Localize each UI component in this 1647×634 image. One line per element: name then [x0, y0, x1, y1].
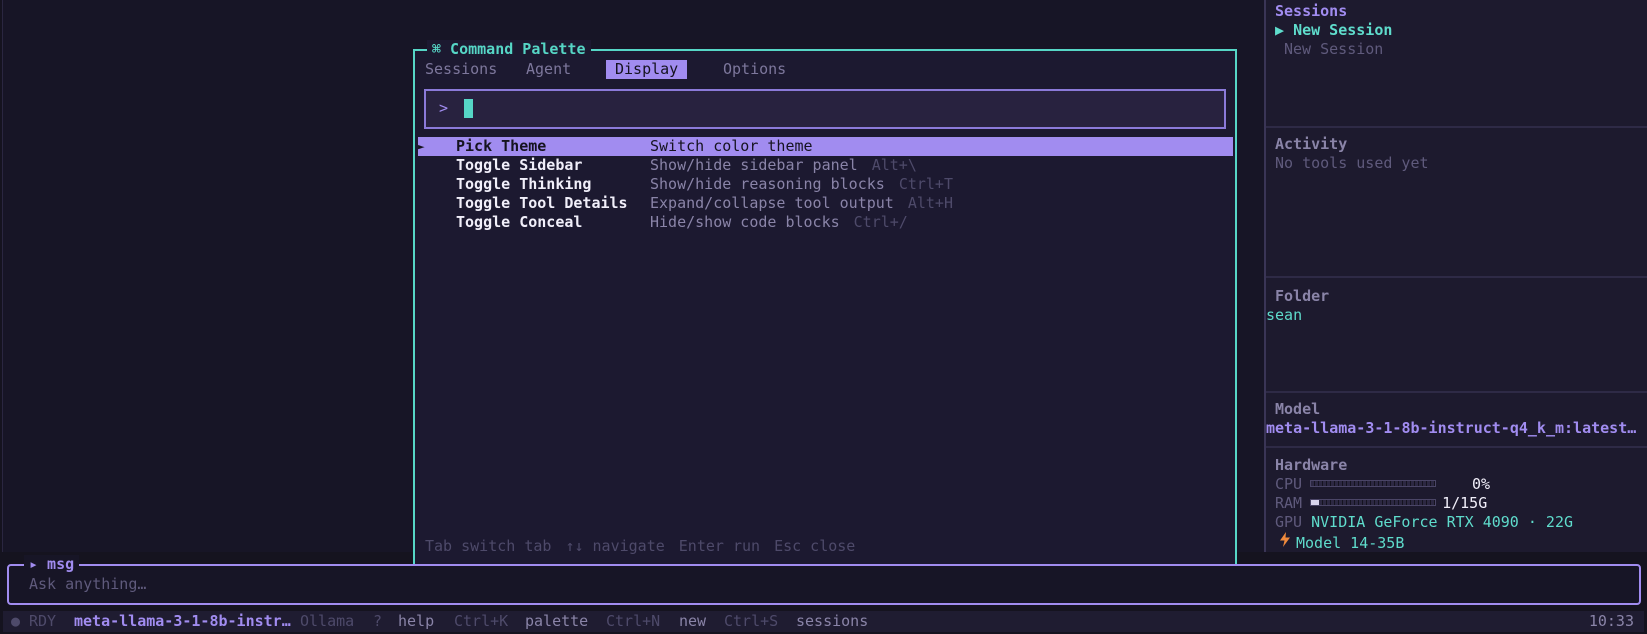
tab-display[interactable]: Display	[606, 60, 688, 79]
item-name: Toggle Tool Details	[456, 194, 628, 212]
text-caret	[464, 99, 473, 118]
shortcut-label-help[interactable]: help	[398, 612, 434, 631]
session-label: New Session	[1293, 21, 1393, 39]
shortcut-key: Ctrl+K	[454, 612, 509, 630]
sidebar: Sessions ▶ New Session New Session Activ…	[1264, 0, 1647, 552]
cpu-row: CPU 0%	[1275, 475, 1490, 494]
message-title: ▸ msg	[24, 555, 80, 574]
palette-search-input[interactable]: >	[424, 89, 1226, 129]
item-shortcut: Alt+\	[871, 156, 917, 174]
hint: Esc close	[774, 537, 856, 555]
folder-title: Folder	[1275, 287, 1330, 305]
item-desc: Show/hide reasoning blocks Ctrl+T	[650, 175, 953, 193]
item-name: Toggle Sidebar	[456, 156, 583, 174]
shortcut-label-palette[interactable]: palette	[525, 612, 588, 631]
gpu-row: GPU NVIDIA GeForce RTX 4090 · 22G	[1275, 513, 1573, 532]
shortcut-key: Ctrl+S	[724, 612, 779, 630]
divider	[1266, 446, 1647, 448]
session-label: New Session	[1284, 40, 1384, 58]
status-model[interactable]: meta-llama-3-1-8b-instr…	[74, 612, 291, 631]
item-shortcut: Alt+H	[907, 194, 953, 212]
cpu-bar	[1310, 480, 1437, 487]
lightning-icon	[1280, 532, 1290, 552]
item-desc: Switch color theme	[650, 137, 813, 155]
model-value: meta-llama-3-1-8b-instruct-q4_k_m:latest…	[1266, 419, 1637, 437]
shortcut-key: Ctrl+N	[606, 612, 661, 630]
palette-item-toggle-sidebar[interactable]: Toggle Sidebar Show/hide sidebar panel Al…	[418, 156, 1233, 175]
shortcut-label-sessions[interactable]: sessions	[796, 612, 868, 631]
item-desc: Expand/collapse tool output Alt+H	[650, 194, 953, 212]
status-state: RDY	[29, 612, 57, 630]
palette-item-toggle-tool-details[interactable]: Toggle Tool Details Expand/collapse tool…	[418, 194, 1233, 213]
model-size: Model 14-35B	[1296, 534, 1405, 552]
divider	[1266, 391, 1647, 393]
hardware-title: Hardware	[1275, 456, 1348, 474]
model-title: Model	[1275, 400, 1321, 418]
palette-hints: Tab switch tab ↑↓ navigate Enter run Esc cl…	[425, 537, 869, 556]
tab-options[interactable]: Options	[714, 60, 795, 79]
item-name: Pick Theme	[456, 137, 547, 155]
message-box: ▸ msg	[7, 555, 1641, 605]
item-name: Toggle Conceal	[456, 213, 583, 231]
palette-item-pick-theme[interactable]: ► Pick Theme Switch color theme	[418, 137, 1233, 156]
divider	[1266, 276, 1647, 278]
session-item[interactable]: New Session	[1284, 40, 1383, 59]
palette-item-toggle-thinking[interactable]: Toggle Thinking Show/hide reasoning bloc…	[418, 175, 1233, 194]
shortcut-label-new[interactable]: new	[679, 612, 706, 631]
folder-value: sean	[1266, 306, 1303, 324]
activity-title: Activity	[1275, 135, 1348, 153]
model-size-row: Model 14-35B	[1280, 532, 1404, 555]
ram-label: RAM	[1275, 494, 1303, 512]
gpu-label: GPU	[1275, 513, 1303, 531]
palette-item-toggle-conceal[interactable]: Toggle Conceal Hide/show code blocks Ctrl…	[418, 213, 1233, 232]
cpu-value: 0%	[1472, 475, 1491, 493]
gpu-value: NVIDIA GeForce RTX 4090 · 22G	[1311, 513, 1574, 531]
ram-row: RAM 1/15G	[1275, 494, 1487, 513]
item-name: Toggle Thinking	[456, 175, 592, 193]
sessions-title: Sessions	[1275, 2, 1348, 20]
active-session-marker: ▶	[1275, 21, 1285, 39]
status-provider: Ollama	[300, 612, 355, 630]
status-indicator: ●	[11, 612, 21, 630]
ram-bar	[1310, 499, 1437, 506]
ram-value: 1/15G	[1442, 494, 1488, 512]
item-desc: Show/hide sidebar panel Alt+\	[650, 156, 917, 174]
palette-title: ⌘ Command Palette	[427, 40, 591, 59]
item-desc: Hide/show code blocks Ctrl+/	[650, 213, 908, 231]
status-time: 10:33	[1588, 612, 1634, 630]
activity-text: No tools used yet	[1275, 154, 1429, 172]
ram-bar-fill	[1311, 500, 1320, 505]
item-shortcut: Ctrl+T	[898, 175, 953, 193]
search-prompt: >	[439, 99, 449, 117]
cpu-label: CPU	[1275, 475, 1303, 493]
hint: Enter run	[678, 537, 761, 555]
session-item-active[interactable]: ▶ New Session	[1275, 21, 1392, 40]
status-bar: ● RDY meta-llama-3-1-8b-instr… Ollama ? …	[3, 611, 1644, 632]
tab-agent[interactable]: Agent	[517, 60, 580, 79]
command-palette: ⌘ Command Palette Sessions Agent Display…	[413, 40, 1237, 567]
hint: ↑↓ navigate	[565, 537, 665, 555]
message-input[interactable]	[29, 575, 629, 593]
tab-sessions[interactable]: Sessions	[416, 60, 506, 79]
item-shortcut: Ctrl+/	[853, 213, 908, 231]
shortcut-key: ?	[373, 612, 383, 630]
selection-marker: ►	[418, 140, 425, 153]
hint: Tab switch tab	[425, 537, 552, 555]
divider	[1266, 126, 1647, 128]
